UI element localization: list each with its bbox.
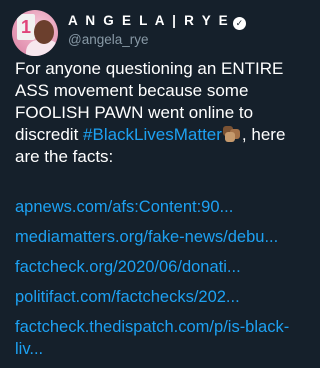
avatar-badge-number: 1: [17, 14, 35, 40]
author-display-name[interactable]: A N G E L A | R Y E ✓: [68, 12, 246, 30]
link-factcheck[interactable]: factcheck.org/2020/06/donati...: [15, 256, 295, 278]
display-name-text: A N G E L A | R Y E: [68, 13, 230, 28]
tweet-header: 1 A N G E L A | R Y E ✓ @angela_rye: [12, 10, 288, 58]
avatar-figure-face: [34, 20, 54, 44]
tweet-text: For anyone questioning an ENTIRE ASS mov…: [15, 58, 290, 168]
link-apnews[interactable]: apnews.com/afs:Content:90...: [15, 196, 295, 218]
hashtag-link[interactable]: #BlackLivesMatter: [83, 125, 222, 144]
avatar[interactable]: 1: [12, 10, 58, 56]
verified-badge-icon: ✓: [232, 17, 246, 30]
author-handle[interactable]: @angela_rye: [68, 30, 246, 49]
tweet-links: apnews.com/afs:Content:90... mediamatter…: [15, 196, 295, 368]
link-mediamatters[interactable]: mediamatters.org/fake-news/debu...: [15, 226, 295, 248]
link-politifact[interactable]: politifact.com/factchecks/202...: [15, 286, 295, 308]
link-thedispatch[interactable]: factcheck.thedispatch.com/p/is-black-liv…: [15, 316, 295, 360]
author-names: A N G E L A | R Y E ✓ @angela_rye: [68, 12, 246, 49]
raised-fists-emoji-icon: [222, 126, 242, 142]
